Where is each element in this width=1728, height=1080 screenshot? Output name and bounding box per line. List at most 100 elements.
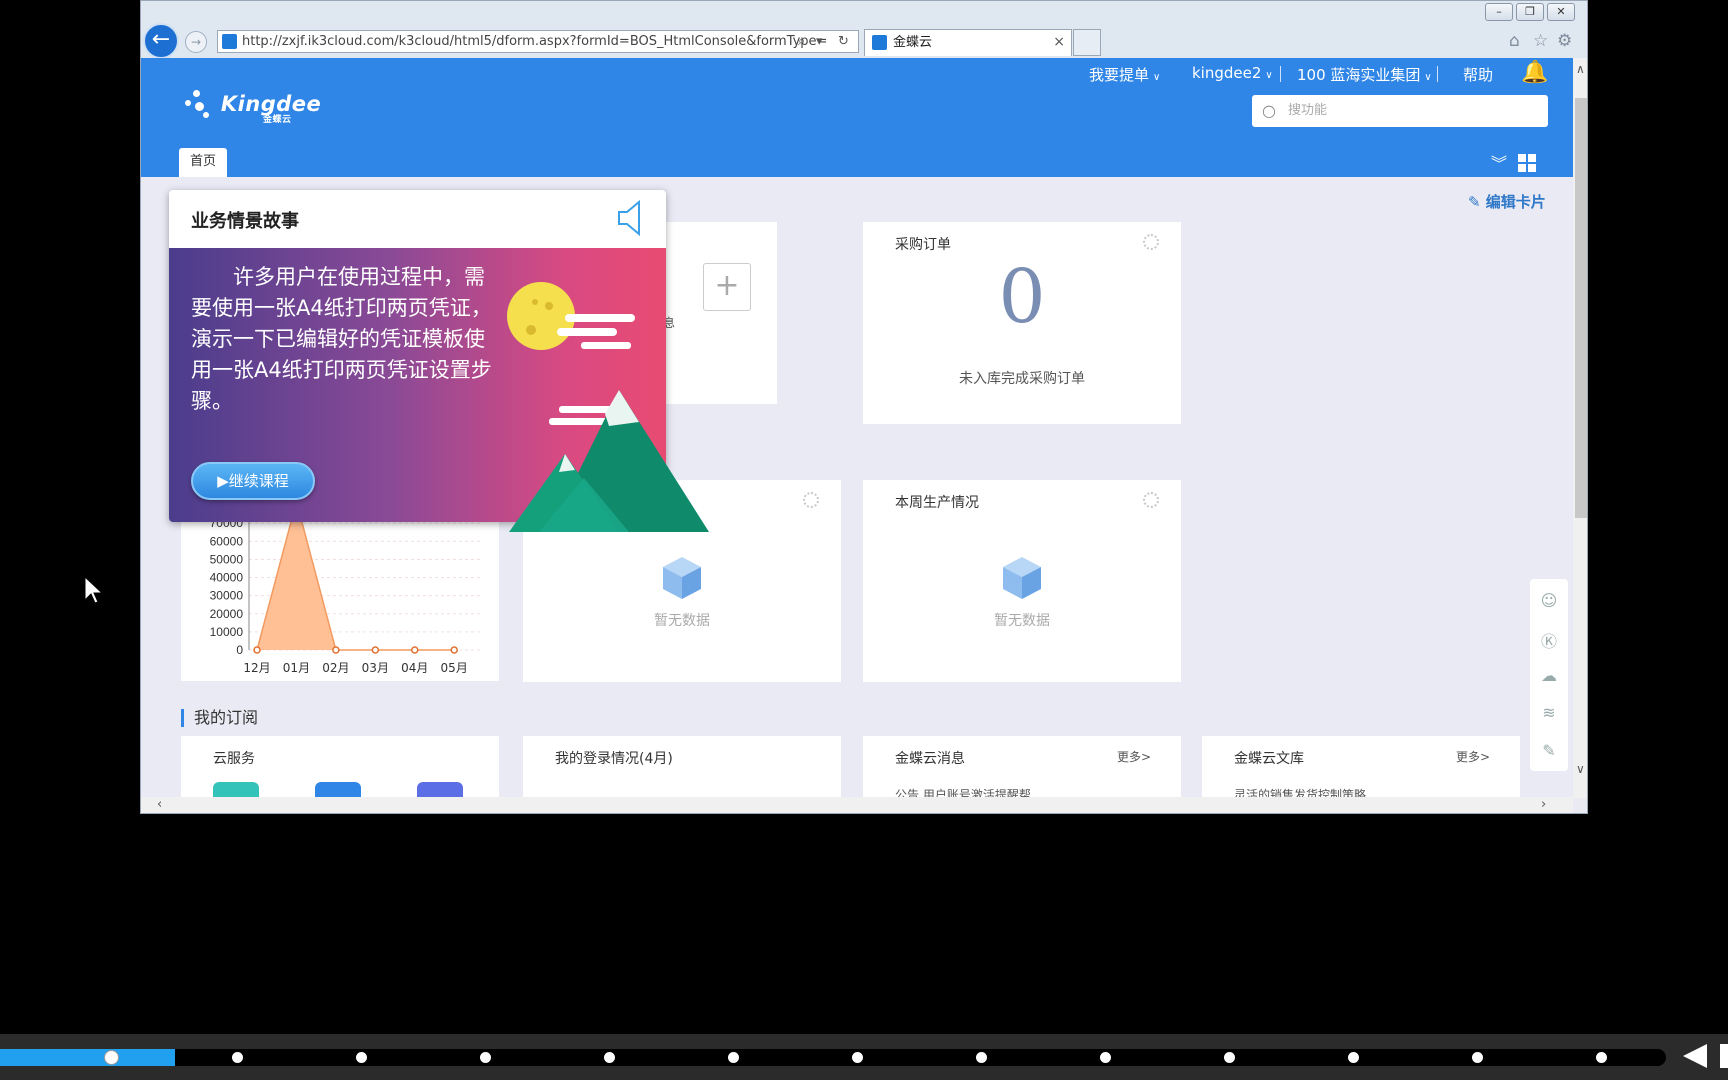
close-window-button[interactable]: ✕ [1547,3,1575,21]
timeline-track[interactable] [0,1049,1666,1066]
bell-icon[interactable]: 🔔 [1521,60,1548,85]
timeline-marker[interactable] [1224,1052,1235,1063]
search-icon: ○ [1262,101,1276,120]
browser-window: – ❐ ✕ ← → http://zxjf.ik3cloud.com/k3clo… [140,0,1588,814]
scroll-down-icon[interactable]: ∨ [1576,762,1585,776]
service-icon[interactable] [417,782,463,797]
y-tick-label: 40000 [210,571,244,585]
subscription-card-library[interactable]: 金蝶云文库 更多> 灵活的销售发货控制策略 [1202,736,1520,797]
home-icon[interactable]: ⌂ [1509,31,1520,51]
chevron-down-icon: ∨ [1265,70,1273,81]
brand-sub: 金蝶云 [263,115,292,125]
scroll-up-icon[interactable]: ∧ [1576,62,1585,76]
kingdee-logo: Kingdee 金蝶云 [185,90,321,125]
forward-button[interactable]: → [185,31,207,53]
vertical-scroll-thumb[interactable] [1575,98,1587,518]
timeline-marker[interactable] [480,1052,491,1063]
rewind-icon[interactable] [1683,1044,1707,1068]
purchase-order-card[interactable]: 采购订单 0 未入库完成采购订单 [863,222,1181,424]
timeline-marker[interactable] [1100,1052,1111,1063]
dropdown-icon[interactable]: ▾ [816,31,823,52]
logo-dots-icon [185,90,213,120]
tab-favicon-icon [872,35,887,50]
nav-divider [1280,66,1281,82]
restore-button[interactable]: ❐ [1516,3,1544,21]
x-tick-label: 04月 [401,661,428,675]
x-tick-label: 01月 [283,661,310,675]
vertical-scrollbar[interactable]: ∧ ∨ [1573,58,1587,798]
tools-gear-icon[interactable]: ⚙ [1557,31,1572,51]
minimize-button[interactable]: – [1485,3,1513,21]
popup-body: 许多用户在使用过程中，需要使用一张A4纸打印两页凭证，演示一下已编辑好的凭证模板… [169,248,709,532]
timeline-marker[interactable] [852,1052,863,1063]
timeline-marker[interactable] [728,1052,739,1063]
library-item[interactable]: 灵活的销售发货控制策略 [1234,786,1366,797]
service-icon[interactable] [315,782,361,797]
kingdee-k-icon[interactable]: Ⓚ [1539,628,1559,651]
timeline-scrubber[interactable] [104,1050,119,1065]
timeline-marker[interactable] [604,1052,615,1063]
chevron-down-icon: ∨ [1424,72,1432,83]
nav-organization[interactable]: 100 蓝海实业集团 ∨ [1297,64,1432,85]
customer-service-icon[interactable]: ☺ [1539,591,1559,611]
nav-divider [1437,66,1438,82]
timeline-marker[interactable] [1472,1052,1483,1063]
x-tick-label: 02月 [322,661,349,675]
site-favicon-icon [222,34,237,49]
cloud-icon[interactable]: ☁ [1539,666,1559,686]
story-popup: 业务情景故事 许多用户在使用过程中，需要使用一张A4纸打印两页凭证，演示一下已编… [169,190,709,532]
tab-home[interactable]: 首页 [179,148,227,177]
scroll-right-icon[interactable]: › [1541,797,1546,812]
more-link[interactable]: 更多> [1456,748,1490,765]
empty-box-icon [1003,557,1041,599]
card-title: 金蝶云消息 [895,751,965,767]
browser-tab[interactable]: 金蝶云 × [864,29,1072,56]
message-item[interactable]: 公告 用户账号激活提醒帮 [895,786,1031,797]
video-player-bar [0,1034,1728,1080]
timeline-progress [0,1049,175,1066]
back-button[interactable]: ← [143,23,179,59]
chart-point [411,646,419,654]
popup-text: 许多用户在使用过程中，需要使用一张A4纸打印两页凭证，演示一下已编辑好的凭证模板… [191,265,492,413]
add-shortcut-button[interactable]: + [703,263,751,311]
timeline-marker[interactable] [976,1052,987,1063]
y-tick-label: 10000 [210,625,244,639]
nav-user[interactable]: kingdee2 ∨ [1192,64,1273,82]
more-link[interactable]: 更多> [1117,748,1151,765]
y-tick-label: 30000 [210,589,244,603]
database-icon[interactable]: ≋ [1539,703,1559,723]
refresh-icon[interactable]: ↻ [838,31,849,52]
speaker-icon[interactable] [615,198,645,238]
nav-submit-ticket[interactable]: 我要提单 ∨ [1089,64,1160,85]
scroll-left-icon[interactable]: ‹ [157,797,162,812]
moon-mountain-illustration [507,282,709,532]
search-input[interactable]: ○ 搜功能 [1252,95,1548,127]
collapse-icon[interactable]: ︾ [1491,150,1507,174]
timeline-marker[interactable] [232,1052,243,1063]
grid-layout-icon[interactable] [1518,154,1536,172]
edit-cards-button[interactable]: ✎ 编辑卡片 [1468,191,1546,212]
refresh-spinner-icon[interactable] [1143,234,1159,250]
search-icon[interactable]: ⌕ [798,31,805,52]
timeline-marker[interactable] [1348,1052,1359,1063]
tab-close-icon[interactable]: × [1053,30,1065,55]
notes-icon[interactable]: ✎ [1539,741,1559,761]
timeline-marker[interactable] [356,1052,367,1063]
service-icon[interactable] [213,782,259,797]
timeline-marker[interactable] [1596,1052,1607,1063]
subscription-card-login[interactable]: 我的登录情况(4月) [523,736,841,797]
nav-help[interactable]: 帮助 [1463,64,1493,85]
address-bar[interactable]: http://zxjf.ik3cloud.com/k3cloud/html5/d… [217,30,859,53]
horizontal-scrollbar[interactable]: ‹ › [141,797,1573,813]
purchase-order-info: 未入库完成采购订单 [959,371,1085,387]
subscription-card-cloud[interactable]: 云服务 [181,736,499,797]
refresh-spinner-icon[interactable] [1143,492,1159,508]
y-tick-label: 0 [236,643,243,657]
card-title: 金蝶云文库 [1234,751,1304,767]
favorites-icon[interactable]: ☆ [1533,31,1548,51]
weekly-production-card[interactable]: 本周生产情况 暂无数据 [863,480,1181,682]
continue-course-button[interactable]: ▶继续课程 [191,462,315,500]
new-tab-button[interactable] [1073,29,1101,56]
subscription-card-messages[interactable]: 金蝶云消息 更多> 公告 用户账号激活提醒帮 [863,736,1181,797]
refresh-spinner-icon[interactable] [803,492,819,508]
